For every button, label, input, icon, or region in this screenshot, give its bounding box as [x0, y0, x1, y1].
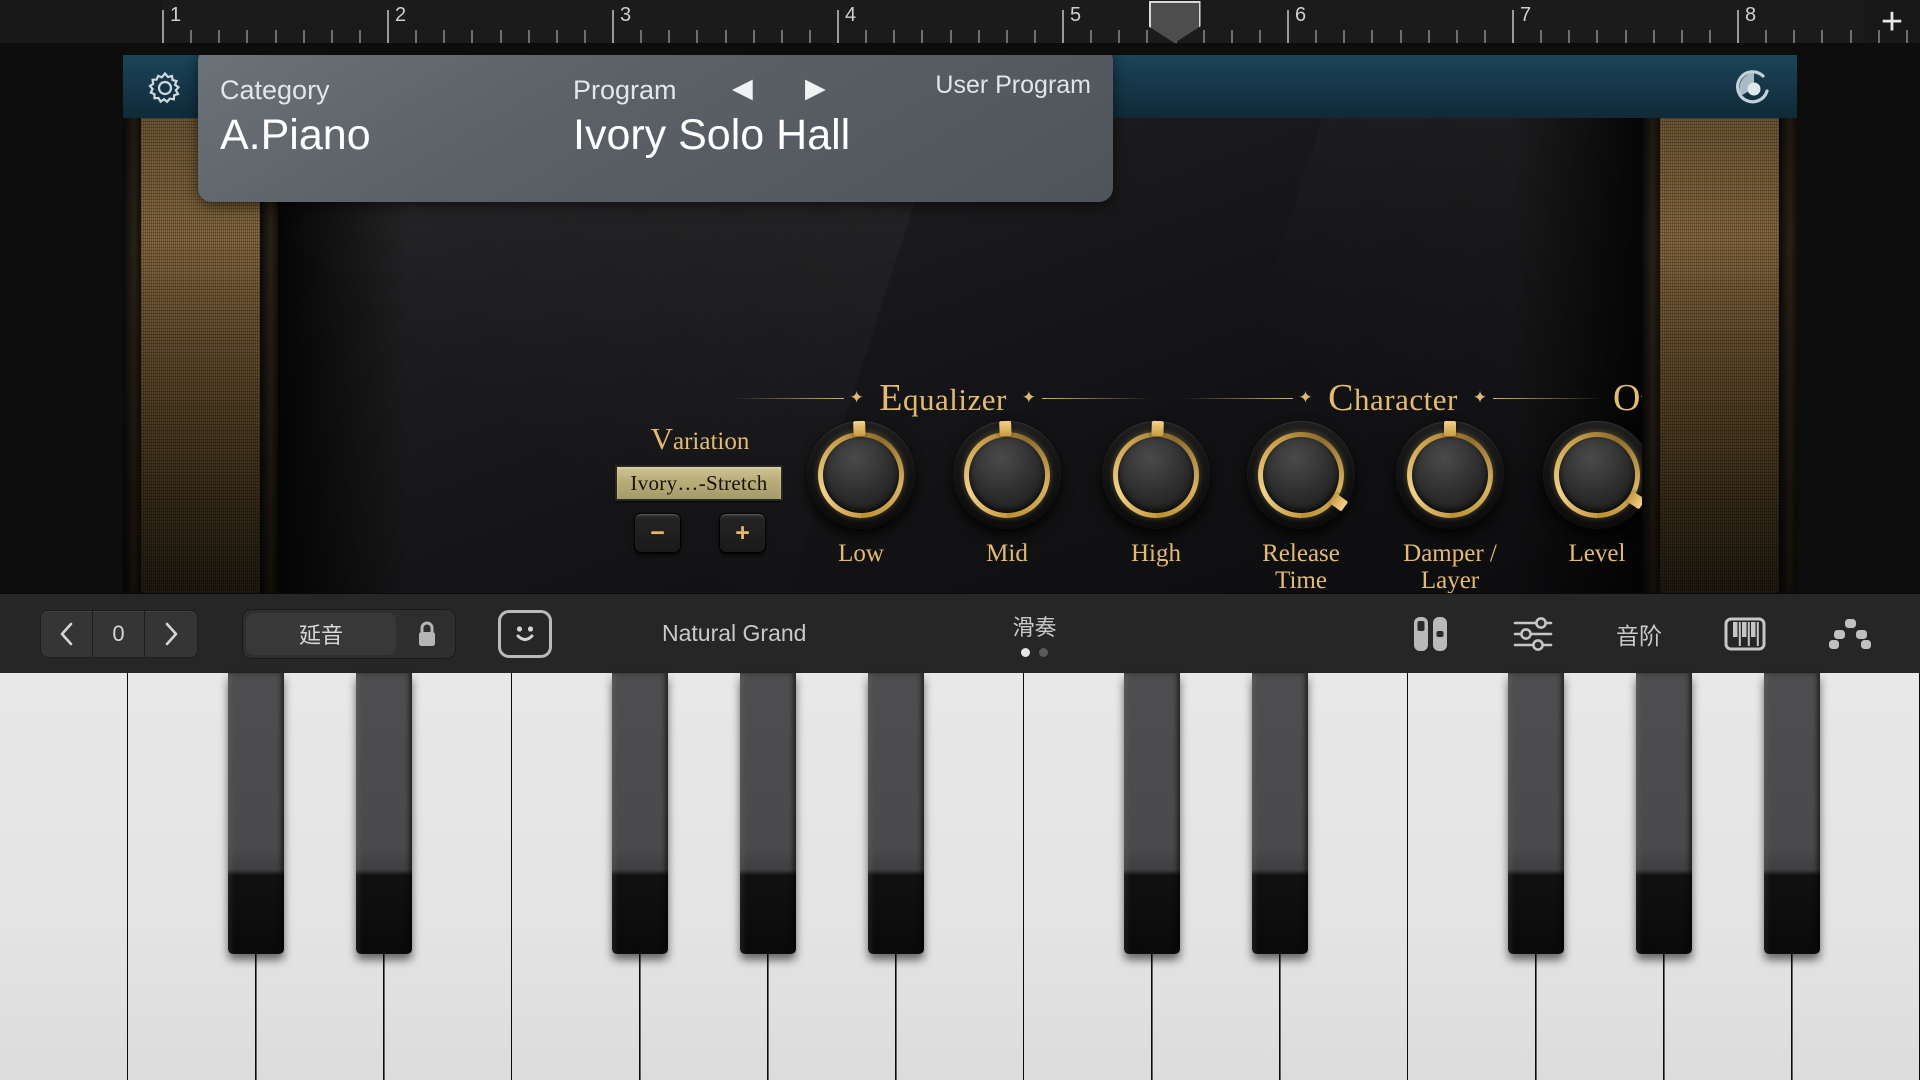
- knob-release-time[interactable]: Release Time: [1247, 421, 1355, 593]
- keyboard-toolbar: 0 延音 Natural Grand 滑奏 音阶: [0, 593, 1920, 673]
- white-key[interactable]: [0, 673, 128, 1080]
- section-title-output: Output: [1613, 377, 1642, 419]
- knob-label-mid: Mid: [986, 540, 1028, 567]
- page-dot-1[interactable]: [1020, 648, 1030, 657]
- glissando-control[interactable]: 滑奏: [1012, 610, 1056, 657]
- black-key[interactable]: [1252, 673, 1308, 1080]
- knob-dial-level[interactable]: [1543, 421, 1642, 529]
- chevron-right-icon[interactable]: [145, 611, 197, 657]
- lock-icon[interactable]: [399, 610, 455, 658]
- knob-label-damper-layer: Damper / Layer Level: [1403, 540, 1497, 593]
- knob-dial-release-time[interactable]: [1247, 421, 1355, 529]
- smiley-icon[interactable]: [498, 609, 552, 658]
- black-key[interactable]: [1124, 673, 1180, 1080]
- knob-logo-icon[interactable]: [1733, 67, 1775, 109]
- sustain-group: 延音: [242, 608, 456, 659]
- variation-control: Variation Ivory…-Stretch − +: [615, 421, 785, 553]
- garageband-keyboard-screen: 12345678 + Variation Ivory…-Stretch − + …: [0, 0, 1920, 1080]
- ruler-bar: 3: [612, 0, 837, 43]
- knob-label-level: Level: [1568, 540, 1626, 567]
- scale-label[interactable]: 音阶: [1616, 617, 1662, 651]
- knob-pointer: [853, 420, 867, 475]
- black-key[interactable]: [612, 673, 668, 1080]
- glissando-label: 滑奏: [1012, 615, 1057, 640]
- ruler-bar: 1: [162, 0, 387, 43]
- black-key[interactable]: [1636, 673, 1692, 1080]
- black-key[interactable]: [740, 673, 796, 1080]
- preset-selector-panel[interactable]: Category A.Piano Program ◀ ▶ User Progra…: [198, 55, 1113, 202]
- gear-icon[interactable]: [145, 68, 185, 108]
- page-dot-2[interactable]: [1038, 648, 1048, 657]
- instrument-plugin-panel: Variation Ivory…-Stretch − + ✦ Equalizer…: [123, 55, 1797, 593]
- knob-dial-low[interactable]: [807, 420, 915, 529]
- category-label: Category: [220, 75, 330, 105]
- category-value[interactable]: A.Piano: [220, 111, 371, 160]
- black-key[interactable]: [1764, 673, 1820, 1080]
- knob-pointer: [1444, 421, 1456, 475]
- knob-low[interactable]: Low: [807, 420, 915, 568]
- program-value[interactable]: Ivory Solo Hall: [573, 111, 850, 160]
- variation-value-display[interactable]: Ivory…-Stretch: [615, 465, 783, 501]
- timeline-ruler[interactable]: 12345678 +: [0, 0, 1920, 43]
- black-key[interactable]: [356, 673, 412, 1080]
- knob-dial-mid[interactable]: [953, 420, 1061, 529]
- page-dots[interactable]: [1012, 648, 1056, 657]
- ruler-bar: 2: [387, 0, 612, 43]
- variation-minus-button[interactable]: −: [634, 513, 681, 553]
- sustain-button[interactable]: 延音: [246, 612, 396, 655]
- keyboard-icon[interactable]: [1724, 616, 1766, 652]
- chevron-left-icon[interactable]: [41, 610, 93, 657]
- program-prev-button[interactable]: ◀: [732, 73, 753, 104]
- ruler-bars[interactable]: 12345678: [162, 0, 1908, 43]
- knob-pointer: [999, 420, 1013, 475]
- black-key[interactable]: [1508, 673, 1564, 1080]
- sliders-icon[interactable]: [1512, 616, 1554, 651]
- ruler-bar: 6: [1287, 0, 1512, 43]
- section-title-character: ✦ Character ✦: [1183, 376, 1603, 420]
- knob-damper-layer[interactable]: Damper / Layer Level: [1396, 421, 1504, 593]
- octave-value[interactable]: 0: [93, 610, 145, 657]
- knob-dial-high[interactable]: [1102, 420, 1210, 529]
- instrument-name-label[interactable]: Natural Grand: [662, 620, 806, 647]
- program-label: Program: [573, 75, 677, 105]
- add-track-button[interactable]: +: [1864, 0, 1920, 43]
- knob-label-release-time: Release Time: [1262, 540, 1340, 593]
- black-key[interactable]: [868, 673, 924, 1080]
- knob-label-high: High: [1131, 540, 1181, 567]
- knob-dial-damper-layer[interactable]: [1396, 421, 1504, 529]
- wood-panel-right: [1642, 118, 1797, 593]
- variation-title: Variation: [650, 421, 750, 456]
- octave-stepper[interactable]: 0: [40, 609, 198, 658]
- knob-label-low: Low: [838, 540, 884, 567]
- knob-high[interactable]: High: [1102, 420, 1210, 568]
- knob-mid[interactable]: Mid: [953, 420, 1061, 568]
- knob-level[interactable]: Level: [1543, 421, 1642, 568]
- user-program-label[interactable]: User Program: [935, 71, 1091, 100]
- program-next-button[interactable]: ▶: [805, 73, 826, 104]
- piano-keyboard[interactable]: [0, 673, 1920, 1080]
- ruler-bar: 5: [1062, 0, 1287, 43]
- knob-pointer: [1150, 420, 1164, 475]
- section-title-equalizer: ✦ Equalizer ✦: [733, 376, 1154, 420]
- ruler-bar: 4: [837, 0, 1062, 43]
- chord-grid-icon[interactable]: [1828, 617, 1872, 651]
- variation-plus-button[interactable]: +: [719, 513, 766, 553]
- pitch-mod-wheels-icon[interactable]: [1412, 614, 1450, 654]
- ruler-bar: 7: [1512, 0, 1737, 43]
- black-key[interactable]: [228, 673, 284, 1080]
